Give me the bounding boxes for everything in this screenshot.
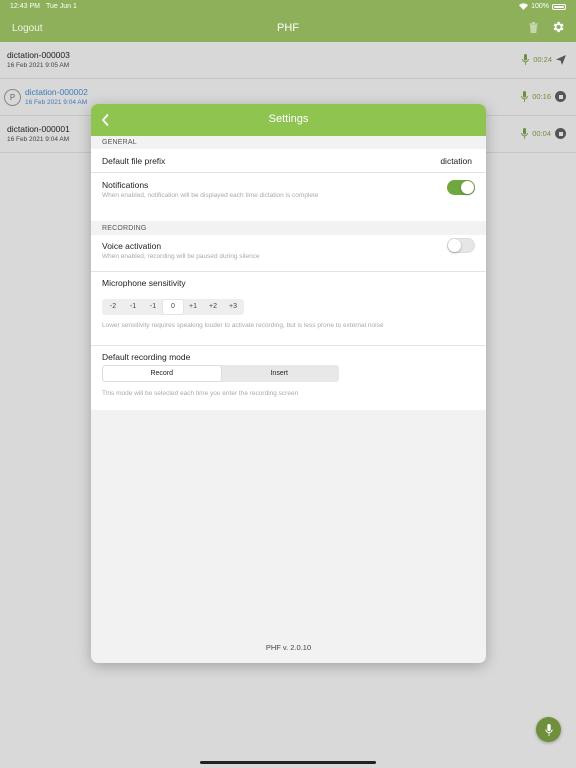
mode-record-button[interactable]: Record	[103, 366, 221, 381]
app-version: PHF v. 2.0.10	[265, 643, 312, 652]
sensitivity-option[interactable]: +2	[203, 300, 223, 314]
stop-icon[interactable]	[555, 128, 566, 139]
record-fab-button[interactable]	[536, 717, 561, 742]
stop-icon[interactable]	[555, 91, 566, 102]
recording-mode-desc: This mode will be selected each time you…	[102, 390, 299, 397]
sensitivity-option-selected[interactable]: 0	[163, 300, 183, 314]
app-title: PHF	[277, 22, 299, 34]
notifications-desc: When enabled, notification will be displ…	[102, 192, 319, 199]
settings-modal: Settings GENERAL Default file prefix dic…	[91, 104, 486, 663]
modal-title: Settings	[268, 113, 309, 125]
notifications-label: Notifications	[102, 180, 149, 190]
nav-bar: Logout PHF	[0, 14, 576, 42]
mic-sensitivity-desc: Lower sensitivity requires speaking loud…	[102, 322, 384, 329]
gear-icon[interactable]	[551, 20, 565, 34]
file-prefix-label: Default file prefix	[102, 156, 166, 166]
send-icon[interactable]	[556, 54, 566, 65]
mic-icon	[544, 723, 553, 736]
toggle-knob	[461, 181, 474, 194]
battery-icon	[552, 3, 566, 10]
recording-duration: 00:16	[532, 92, 551, 101]
file-prefix-value[interactable]: dictation	[440, 156, 472, 166]
voice-activation-desc: When enabled, recording will be paused d…	[102, 253, 260, 260]
mic-sensitivity-segmented[interactable]: -2 -1 -1 0 +1 +2 +3	[102, 299, 244, 315]
sensitivity-option[interactable]: -2	[103, 300, 123, 314]
sensitivity-option[interactable]: -1	[123, 300, 143, 314]
status-date: Tue Jun 1	[46, 3, 77, 10]
recording-duration: 00:04	[532, 129, 551, 138]
wifi-icon	[519, 3, 529, 10]
list-item[interactable]: dictation-000003 16 Feb 2021 9:05 AM 00:…	[0, 42, 576, 79]
sensitivity-option[interactable]: -1	[143, 300, 163, 314]
recording-date: 16 Feb 2021 9:05 AM	[7, 62, 70, 69]
mic-sensitivity-row: Microphone sensitivity -2 -1 -1 0 +1 +2 …	[91, 272, 486, 346]
file-prefix-row[interactable]: Default file prefix dictation	[91, 149, 486, 173]
recording-meta: 00:24	[522, 54, 566, 65]
sensitivity-option[interactable]: +1	[183, 300, 203, 314]
recording-mode-row: Default recording mode Record Insert Thi…	[91, 346, 486, 410]
recording-date: 16 Feb 2021 9:04 AM	[7, 136, 70, 143]
recording-meta: 00:04	[521, 128, 566, 139]
home-indicator	[200, 761, 376, 764]
recording-date: 16 Feb 2021 9:04 AM	[25, 99, 88, 106]
recording-group: Voice activation When enabled, recording…	[91, 235, 486, 410]
recording-mode-segmented[interactable]: Record Insert	[102, 365, 339, 382]
modal-header: Settings	[91, 104, 486, 136]
recording-meta: 00:16	[521, 91, 566, 102]
status-time: 12:43 PM	[10, 3, 40, 10]
trash-icon[interactable]	[529, 22, 538, 33]
voice-activation-label: Voice activation	[102, 241, 162, 251]
recording-title: dictation-000003	[7, 50, 70, 60]
recording-duration: 00:24	[533, 55, 552, 64]
general-group: Default file prefix dictation Notificati…	[91, 149, 486, 221]
voice-activation-row: Voice activation When enabled, recording…	[91, 235, 486, 272]
battery-percent: 100%	[531, 3, 549, 10]
recording-mode-label: Default recording mode	[102, 352, 191, 362]
mode-insert-button[interactable]: Insert	[221, 366, 339, 381]
section-recording-label: RECORDING	[102, 225, 147, 232]
section-general-label: GENERAL	[102, 139, 137, 146]
notifications-toggle[interactable]	[447, 180, 475, 195]
priority-badge: P	[4, 89, 21, 106]
mic-sensitivity-label: Microphone sensitivity	[102, 278, 186, 288]
toggle-knob	[448, 239, 461, 252]
mic-icon	[522, 54, 530, 65]
voice-activation-toggle[interactable]	[447, 238, 475, 253]
recording-title: dictation-000001	[7, 124, 70, 134]
status-right: 100%	[519, 3, 566, 10]
status-bar: 12:43 PM Tue Jun 1 100%	[0, 0, 576, 14]
mic-icon	[521, 91, 529, 102]
notifications-row: Notifications When enabled, notification…	[91, 173, 486, 221]
recording-title: dictation-000002	[25, 87, 88, 97]
sensitivity-option[interactable]: +3	[223, 300, 243, 314]
mic-icon	[521, 128, 529, 139]
